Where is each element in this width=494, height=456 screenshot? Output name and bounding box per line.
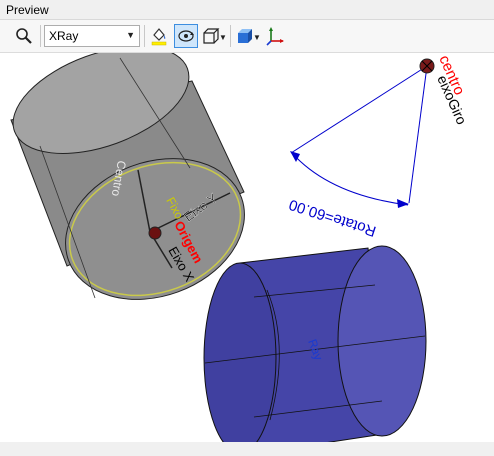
preview-viewport[interactable]: Eixo Y Eixo X Centro Origem Fixo Rotate=… (0, 53, 494, 442)
view-mode-select[interactable]: XRay ▼ (44, 25, 140, 47)
rotation-dimension (290, 65, 428, 208)
chevron-down-icon[interactable]: ▼ (253, 33, 261, 42)
axes-button[interactable] (263, 24, 287, 48)
fill-bucket-icon (151, 28, 167, 46)
chevron-down-icon[interactable]: ▼ (219, 33, 227, 42)
zoom-button[interactable] (12, 24, 36, 48)
axes-icon (266, 27, 284, 46)
view-mode-value: XRay (49, 29, 79, 43)
preview-panel-header: Preview (0, 0, 494, 20)
rotation-label: Rotate=60.00 (287, 196, 378, 240)
toolbar-separator (40, 25, 41, 47)
scene-canvas[interactable]: Eixo Y Eixo X Centro Origem Fixo Rotate=… (0, 53, 494, 442)
toolbar-separator (144, 25, 145, 47)
chevron-down-icon: ▼ (126, 30, 135, 40)
zoom-icon (16, 28, 32, 44)
toolbar: XRay ▼ ▼ ▼ (0, 20, 494, 53)
wireframe-box-icon (203, 28, 220, 44)
shaded-box-icon (238, 29, 252, 43)
pivot-point[interactable] (419, 58, 435, 74)
fill-color-button[interactable] (147, 24, 171, 48)
panel-title: Preview (6, 3, 49, 17)
toolbar-separator (230, 25, 231, 47)
rotate-view-icon (178, 30, 194, 42)
rotate-view-button[interactable] (174, 24, 198, 48)
pivot-eixo-giro-label: eixoGiro (434, 73, 470, 127)
